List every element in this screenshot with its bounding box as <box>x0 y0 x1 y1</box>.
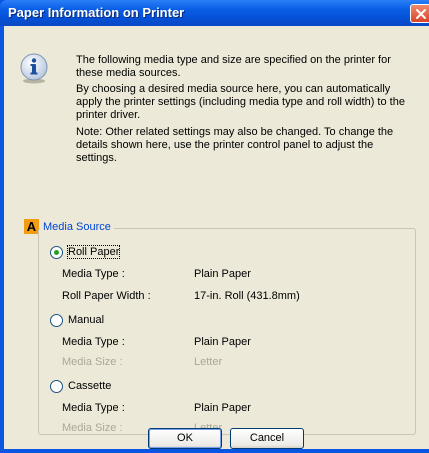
cancel-button[interactable]: Cancel <box>230 428 304 449</box>
ok-button[interactable]: OK <box>148 428 222 449</box>
title-bar[interactable]: Paper Information on Printer <box>0 0 429 26</box>
cassette-media-type-label: Media Type : <box>62 402 125 414</box>
window-title: Paper Information on Printer <box>8 5 185 20</box>
manual-media-type-value: Plain Paper <box>194 336 251 348</box>
manual-media-size-value: Letter <box>194 356 223 368</box>
roll-media-type-label: Media Type : <box>62 268 125 280</box>
close-icon <box>416 9 426 19</box>
roll-media-type-value: Plain Paper <box>194 268 251 280</box>
manual-radio[interactable] <box>50 314 63 327</box>
info-icon <box>20 53 48 84</box>
media-source-legend: Media Source <box>40 221 114 233</box>
cassette-media-type-value: Plain Paper <box>194 402 251 414</box>
cassette-radio[interactable] <box>50 380 63 393</box>
manual-media-size-label: Media Size : <box>62 356 123 368</box>
intro-text-2: By choosing a desired media source here,… <box>76 83 405 121</box>
cassette-label[interactable]: Cassette <box>68 380 111 392</box>
manual-label[interactable]: Manual <box>68 314 104 326</box>
intro-text-1: The following media type and size are sp… <box>76 54 391 79</box>
dialog-body: The following media type and size are sp… <box>4 26 429 449</box>
cassette-media-size-label: Media Size : <box>62 422 123 434</box>
close-button[interactable] <box>410 4 429 23</box>
intro-text-3: Note: Other related settings may also be… <box>76 126 394 164</box>
roll-paper-radio[interactable] <box>50 246 63 259</box>
dialog-window: Paper Information on Printer The followi… <box>0 0 429 453</box>
manual-media-type-label: Media Type : <box>62 336 125 348</box>
roll-width-value: 17-in. Roll (431.8mm) <box>194 290 300 302</box>
section-badge: A <box>24 219 39 234</box>
roll-width-label: Roll Paper Width : <box>62 290 151 302</box>
roll-paper-label[interactable]: Roll Paper <box>66 245 121 259</box>
